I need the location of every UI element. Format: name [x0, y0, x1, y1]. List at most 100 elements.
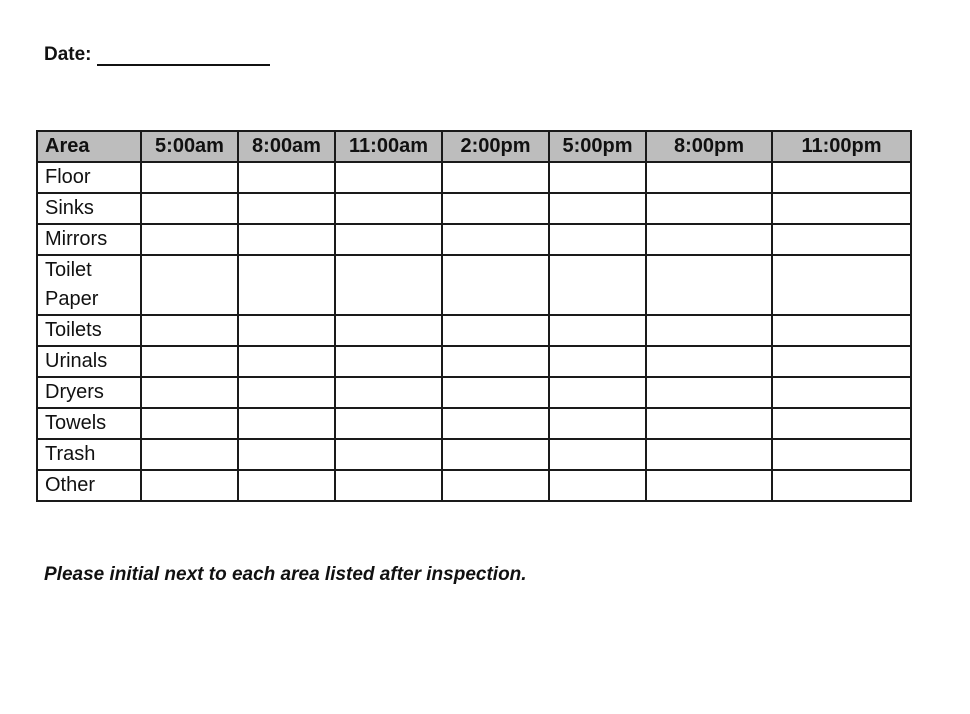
- initial-cell[interactable]: [441, 254, 550, 316]
- initial-cell[interactable]: [334, 345, 443, 378]
- initial-cell[interactable]: [237, 469, 336, 502]
- column-header-time: 11:00am: [334, 130, 443, 163]
- initial-cell[interactable]: [441, 407, 550, 440]
- instruction-note: Please initial next to each area listed …: [44, 564, 527, 585]
- initial-cell[interactable]: [441, 223, 550, 256]
- initial-cell[interactable]: [548, 314, 647, 347]
- initial-cell[interactable]: [237, 314, 336, 347]
- initial-cell[interactable]: [771, 438, 912, 471]
- initial-cell[interactable]: [140, 254, 239, 316]
- date-input-line[interactable]: [96, 46, 270, 66]
- inspection-checklist-table: Area 5:00am 8:00am 11:00am 2:00pm 5:00pm…: [36, 130, 912, 502]
- table-row: Other: [36, 469, 912, 502]
- table-row: Towels: [36, 407, 912, 440]
- initial-cell[interactable]: [441, 314, 550, 347]
- table-row: Mirrors: [36, 223, 912, 256]
- initial-cell[interactable]: [645, 223, 773, 256]
- initial-cell[interactable]: [771, 314, 912, 347]
- initial-cell[interactable]: [237, 161, 336, 194]
- initial-cell[interactable]: [140, 345, 239, 378]
- initial-cell[interactable]: [237, 407, 336, 440]
- initial-cell[interactable]: [334, 314, 443, 347]
- initial-cell[interactable]: [771, 345, 912, 378]
- initial-cell[interactable]: [771, 469, 912, 502]
- initial-cell[interactable]: [140, 438, 239, 471]
- initial-cell[interactable]: [334, 376, 443, 409]
- initial-cell[interactable]: [645, 254, 773, 316]
- initial-cell[interactable]: [140, 469, 239, 502]
- initial-cell[interactable]: [334, 469, 443, 502]
- column-header-time: 5:00am: [140, 130, 239, 163]
- initial-cell[interactable]: [645, 345, 773, 378]
- area-label: Floor: [36, 161, 142, 194]
- initial-cell[interactable]: [548, 438, 647, 471]
- initial-cell[interactable]: [645, 438, 773, 471]
- initial-cell[interactable]: [645, 469, 773, 502]
- initial-cell[interactable]: [237, 254, 336, 316]
- initial-cell[interactable]: [334, 192, 443, 225]
- area-label: Toilets: [36, 314, 142, 347]
- initial-cell[interactable]: [334, 254, 443, 316]
- area-label: Sinks: [36, 192, 142, 225]
- area-label: Toilet Paper: [36, 254, 142, 316]
- column-header-time: 2:00pm: [441, 130, 550, 163]
- area-label: Mirrors: [36, 223, 142, 256]
- initial-cell[interactable]: [548, 407, 647, 440]
- column-header-time: 8:00pm: [645, 130, 773, 163]
- initial-cell[interactable]: [334, 161, 443, 194]
- initial-cell[interactable]: [441, 192, 550, 225]
- initial-cell[interactable]: [771, 161, 912, 194]
- initial-cell[interactable]: [237, 223, 336, 256]
- initial-cell[interactable]: [548, 223, 647, 256]
- area-label: Trash: [36, 438, 142, 471]
- initial-cell[interactable]: [334, 407, 443, 440]
- initial-cell[interactable]: [441, 469, 550, 502]
- initial-cell[interactable]: [771, 376, 912, 409]
- initial-cell[interactable]: [237, 192, 336, 225]
- table-body: Floor Sinks Mirrors Toilet Paper Toilets Urin…: [36, 161, 912, 502]
- initial-cell[interactable]: [140, 192, 239, 225]
- table-row: Sinks: [36, 192, 912, 225]
- initial-cell[interactable]: [548, 345, 647, 378]
- column-header-time: 5:00pm: [548, 130, 647, 163]
- initial-cell[interactable]: [140, 407, 239, 440]
- table-row: Toilet Paper: [36, 254, 912, 316]
- initial-cell[interactable]: [237, 438, 336, 471]
- initial-cell[interactable]: [237, 345, 336, 378]
- initial-cell[interactable]: [645, 192, 773, 225]
- initial-cell[interactable]: [548, 254, 647, 316]
- area-label: Towels: [36, 407, 142, 440]
- initial-cell[interactable]: [441, 438, 550, 471]
- column-header-time: 8:00am: [237, 130, 336, 163]
- initial-cell[interactable]: [645, 314, 773, 347]
- initial-cell[interactable]: [645, 161, 773, 194]
- initial-cell[interactable]: [771, 192, 912, 225]
- initial-cell[interactable]: [140, 223, 239, 256]
- table-row: Toilets: [36, 314, 912, 347]
- initial-cell[interactable]: [771, 223, 912, 256]
- initial-cell[interactable]: [441, 345, 550, 378]
- initial-cell[interactable]: [645, 407, 773, 440]
- date-label: Date:: [44, 44, 92, 65]
- table-row: Trash: [36, 438, 912, 471]
- initial-cell[interactable]: [140, 161, 239, 194]
- area-label: Urinals: [36, 345, 142, 378]
- column-header-area: Area: [36, 130, 142, 163]
- area-label: Dryers: [36, 376, 142, 409]
- initial-cell[interactable]: [140, 376, 239, 409]
- initial-cell[interactable]: [237, 376, 336, 409]
- initial-cell[interactable]: [441, 376, 550, 409]
- table-header-row: Area 5:00am 8:00am 11:00am 2:00pm 5:00pm…: [36, 130, 912, 163]
- initial-cell[interactable]: [548, 192, 647, 225]
- initial-cell[interactable]: [441, 161, 550, 194]
- initial-cell[interactable]: [334, 223, 443, 256]
- initial-cell[interactable]: [771, 254, 912, 316]
- initial-cell[interactable]: [548, 376, 647, 409]
- initial-cell[interactable]: [548, 469, 647, 502]
- initial-cell[interactable]: [140, 314, 239, 347]
- initial-cell[interactable]: [548, 161, 647, 194]
- initial-cell[interactable]: [771, 407, 912, 440]
- initial-cell[interactable]: [334, 438, 443, 471]
- column-header-time: 11:00pm: [771, 130, 912, 163]
- initial-cell[interactable]: [645, 376, 773, 409]
